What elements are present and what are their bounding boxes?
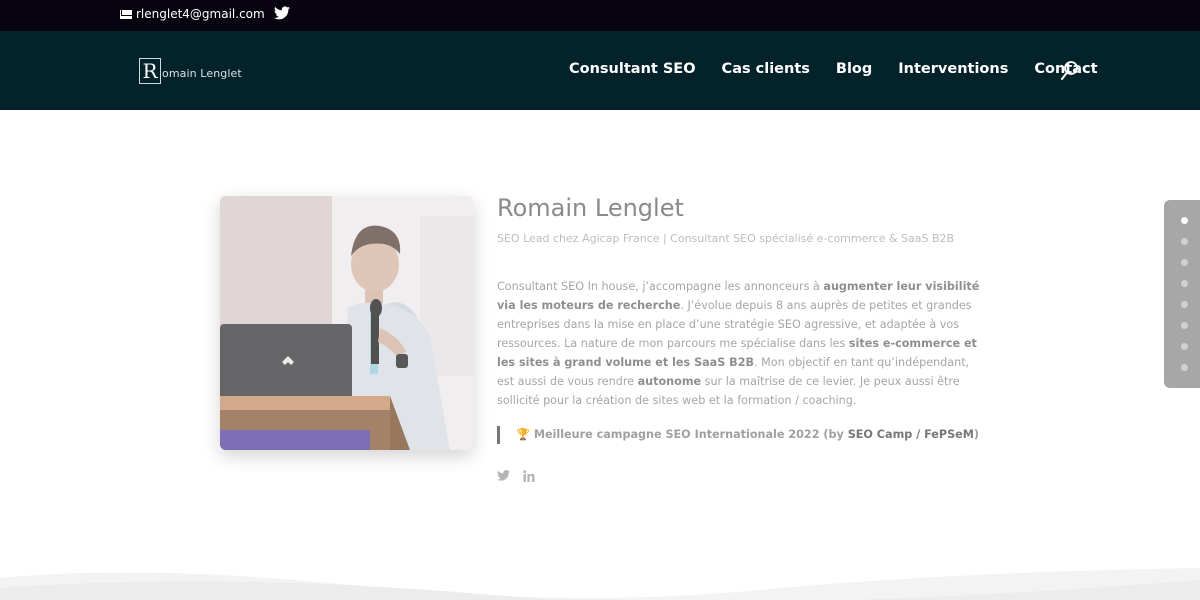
section-dot-6[interactable] [1181, 343, 1188, 350]
email-link[interactable]: rlenglet4@gmail.com [120, 7, 265, 21]
section-dot-1[interactable] [1181, 238, 1188, 245]
search-icon[interactable] [1061, 61, 1079, 81]
twitter-icon[interactable] [497, 470, 510, 481]
bio-bold-3: autonome [637, 375, 702, 388]
trophy-icon: 🏆 [516, 428, 530, 441]
award-end: ) [973, 428, 979, 441]
site-logo[interactable]: R omain Lenglet [139, 58, 242, 84]
section-divider-wave [0, 568, 1200, 600]
top-bar: rlenglet4@gmail.com [0, 0, 1200, 31]
main-nav: Consultant SEO Cas clients Blog Interven… [569, 61, 1098, 77]
section-dot-0[interactable] [1181, 217, 1188, 224]
award-quote: 🏆 Meilleure campagne SEO Internationale … [497, 426, 987, 444]
profile-bio: Consultant SEO In house, j’accompagne le… [497, 277, 987, 410]
email-text: rlenglet4@gmail.com [136, 7, 265, 21]
main-header: R omain Lenglet Consultant SEO Cas clien… [0, 31, 1200, 110]
nav-cas-clients[interactable]: Cas clients [722, 61, 810, 77]
section-dot-7[interactable] [1181, 364, 1188, 371]
logo-name: omain Lenglet [162, 66, 242, 80]
nav-blog[interactable]: Blog [836, 61, 872, 77]
section-dot-4[interactable] [1181, 301, 1188, 308]
profile-name: Romain Lenglet [497, 194, 684, 222]
section-dot-5[interactable] [1181, 322, 1188, 329]
nav-interventions[interactable]: Interventions [898, 61, 1008, 77]
profile-photo [220, 196, 473, 450]
envelope-icon [120, 9, 133, 19]
award-link[interactable]: SEO Camp / FePSeM [848, 428, 974, 441]
linkedin-icon[interactable] [523, 470, 535, 482]
nav-consultant-seo[interactable]: Consultant SEO [569, 61, 696, 77]
profile-subtitle: SEO Lead chez Agicap France | Consultant… [497, 232, 955, 245]
bio-text-1: Consultant SEO In house, j’accompagne le… [497, 280, 824, 293]
profile-content: Romain Lenglet SEO Lead chez Agicap Fran… [497, 194, 987, 482]
twitter-icon[interactable] [274, 6, 290, 20]
section-dot-2[interactable] [1181, 259, 1188, 266]
section-dot-3[interactable] [1181, 280, 1188, 287]
logo-letter: R [139, 58, 161, 84]
profile-social-links [497, 470, 987, 482]
award-text: Meilleure campagne SEO Internationale 20… [529, 428, 848, 441]
section-dot-navigation [1164, 200, 1200, 388]
